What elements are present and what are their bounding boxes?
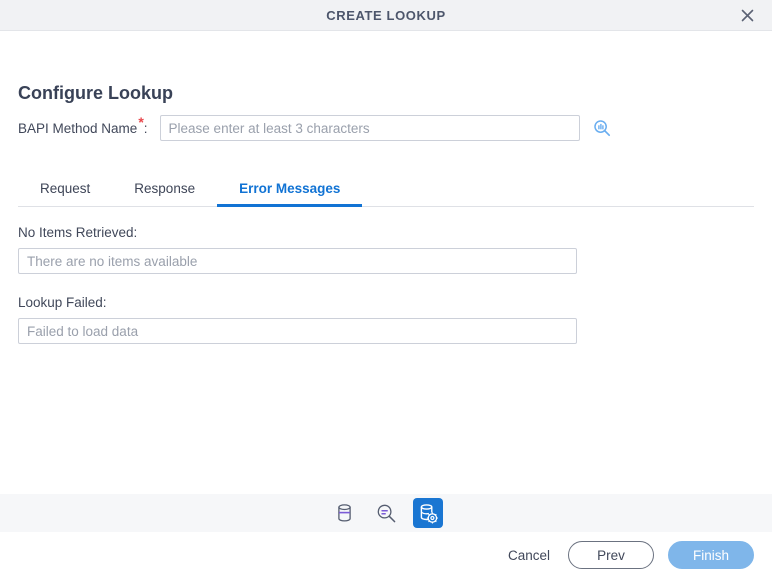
no-items-retrieved-label: No Items Retrieved: [18,225,138,240]
wizard-step-toolbar [0,494,772,532]
dialog-body: Configure Lookup BAPI Method Name*: Requ… [0,31,772,494]
lookup-failed-block: Lookup Failed: [18,295,577,344]
dialog-titlebar: CREATE LOOKUP [0,0,772,31]
tab-request[interactable]: Request [18,177,112,207]
cancel-button[interactable]: Cancel [504,542,554,569]
prev-button[interactable]: Prev [568,541,654,569]
close-icon[interactable] [730,0,764,30]
bapi-label-colon: : [143,120,148,136]
dialog-title: CREATE LOOKUP [326,7,446,23]
database-settings-icon[interactable] [413,498,443,528]
bapi-method-name-label: BAPI Method Name*: [18,115,148,136]
configure-lookup-tabs: Request Response Error Messages [18,177,754,207]
search-list-icon[interactable] [371,498,401,528]
tab-error-messages[interactable]: Error Messages [217,177,363,207]
page-title: Configure Lookup [18,83,173,103]
create-lookup-dialog: CREATE LOOKUP Configure Lookup BAPI Meth… [0,0,772,578]
dialog-footer: Cancel Prev Finish [0,532,772,578]
bapi-method-name-label-text: BAPI Method Name [18,120,138,136]
bapi-method-name-input[interactable] [159,115,580,141]
search-chart-icon[interactable] [592,118,612,138]
no-items-retrieved-input[interactable] [18,248,577,274]
lookup-failed-label: Lookup Failed: [18,295,107,310]
bapi-method-name-row: BAPI Method Name*: [18,115,612,141]
finish-button[interactable]: Finish [668,541,754,569]
no-items-retrieved-block: No Items Retrieved: [18,225,577,274]
tab-response[interactable]: Response [112,177,217,207]
database-icon[interactable] [329,498,359,528]
lookup-failed-input[interactable] [18,318,577,344]
